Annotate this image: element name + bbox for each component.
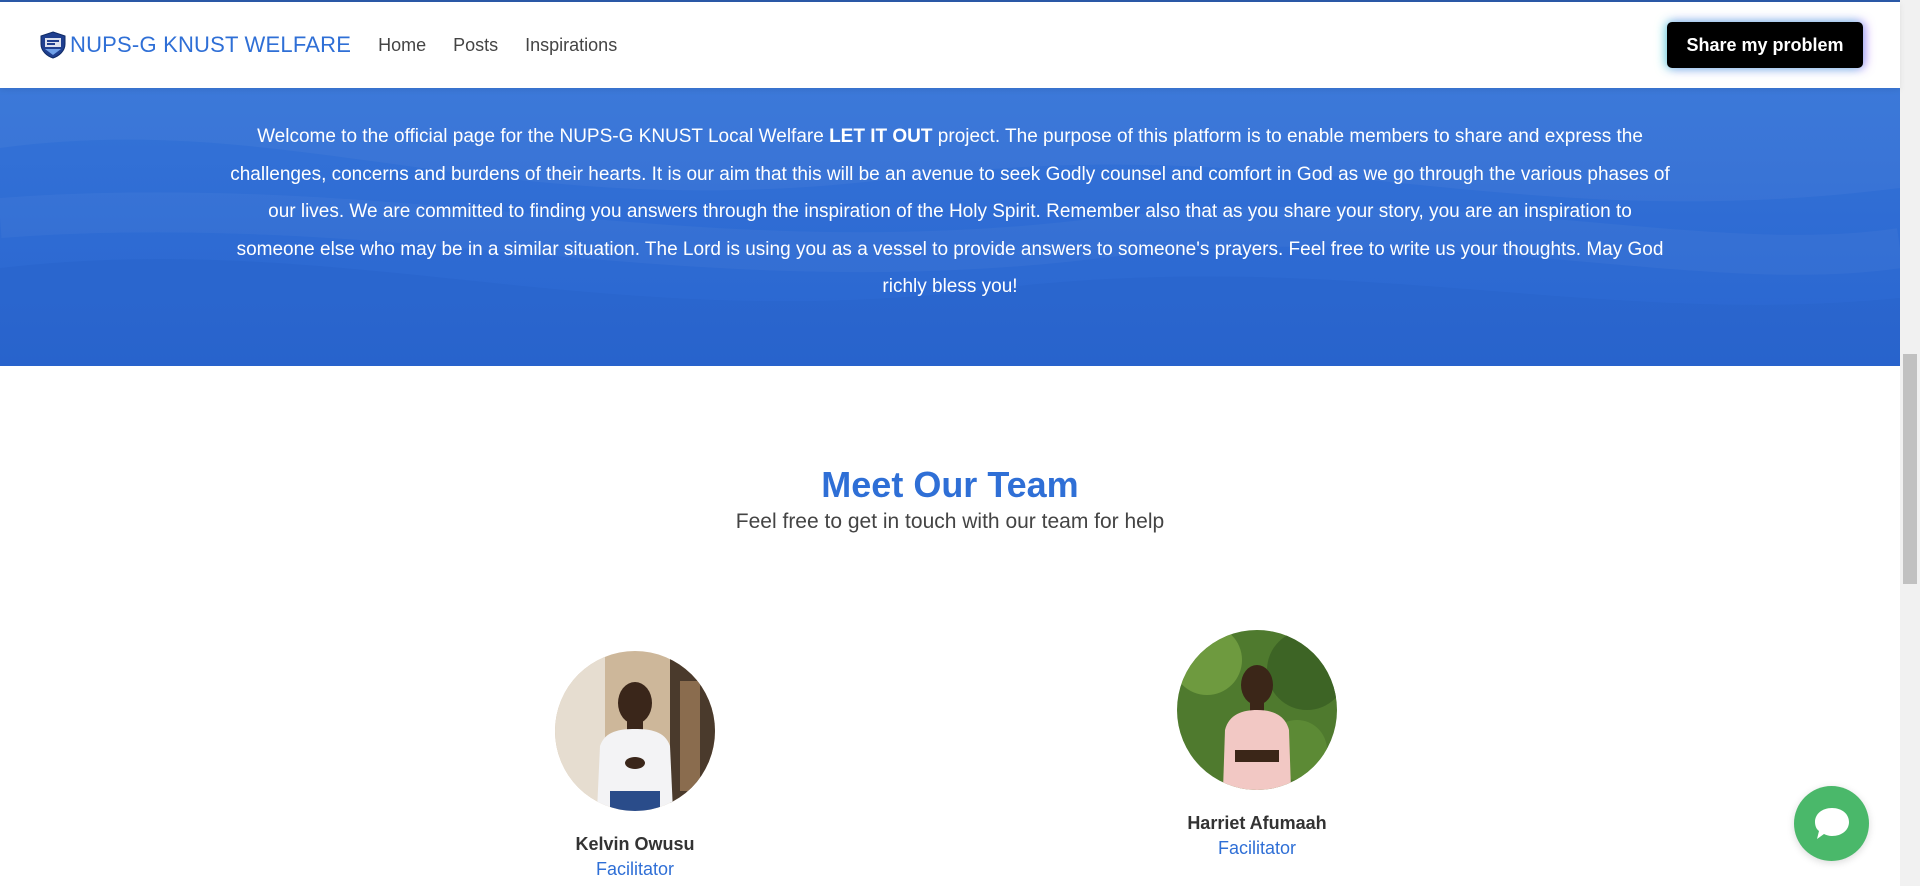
- welcome-text-start: Welcome to the official page for the NUP…: [257, 126, 830, 147]
- member-photo-image: [1177, 630, 1337, 790]
- member-avatar: [1177, 630, 1337, 790]
- team-member-card: Harriet Afumaah Facilitator: [1127, 630, 1387, 859]
- nav-links: Home Posts Inspirations: [378, 35, 644, 56]
- share-my-problem-button[interactable]: Share my problem: [1667, 22, 1863, 68]
- member-name: Kelvin Owusu: [575, 834, 695, 854]
- welcome-text-end: project. The purpose of this platform is…: [230, 126, 1670, 297]
- member-role[interactable]: Facilitator: [1127, 838, 1387, 859]
- member-avatar: [555, 651, 715, 811]
- scrollbar-thumb[interactable]: [1903, 354, 1917, 584]
- chat-bubble-icon: [1814, 807, 1849, 839]
- member-name: Harriet Afumaah: [1187, 813, 1327, 833]
- team-title: Meet Our Team: [821, 464, 1079, 505]
- project-name: LET IT OUT: [829, 126, 933, 147]
- brand-link[interactable]: NUPS-G KNUST WELFARE: [40, 31, 351, 59]
- welcome-paragraph: Welcome to the official page for the NUP…: [230, 118, 1670, 306]
- brand-title: NUPS-G KNUST WELFARE: [70, 32, 352, 57]
- shield-logo-icon: [40, 31, 66, 59]
- team-subtitle: Feel free to get in touch with our team …: [735, 510, 1165, 533]
- page-scrollbar[interactable]: [1900, 0, 1920, 886]
- nav-link-inspirations[interactable]: Inspirations: [525, 35, 617, 56]
- hero-banner: Welcome to the official page for the NUP…: [0, 88, 1900, 366]
- member-photo-image: [555, 651, 715, 811]
- nav-link-posts[interactable]: Posts: [453, 35, 498, 56]
- team-member-card: Kelvin Owusu Facilitator: [505, 651, 765, 880]
- navbar: NUPS-G KNUST WELFARE Home Posts Inspirat…: [0, 2, 1900, 88]
- nav-link-home[interactable]: Home: [378, 35, 426, 56]
- member-role[interactable]: Facilitator: [505, 859, 765, 880]
- chat-button[interactable]: [1794, 786, 1869, 861]
